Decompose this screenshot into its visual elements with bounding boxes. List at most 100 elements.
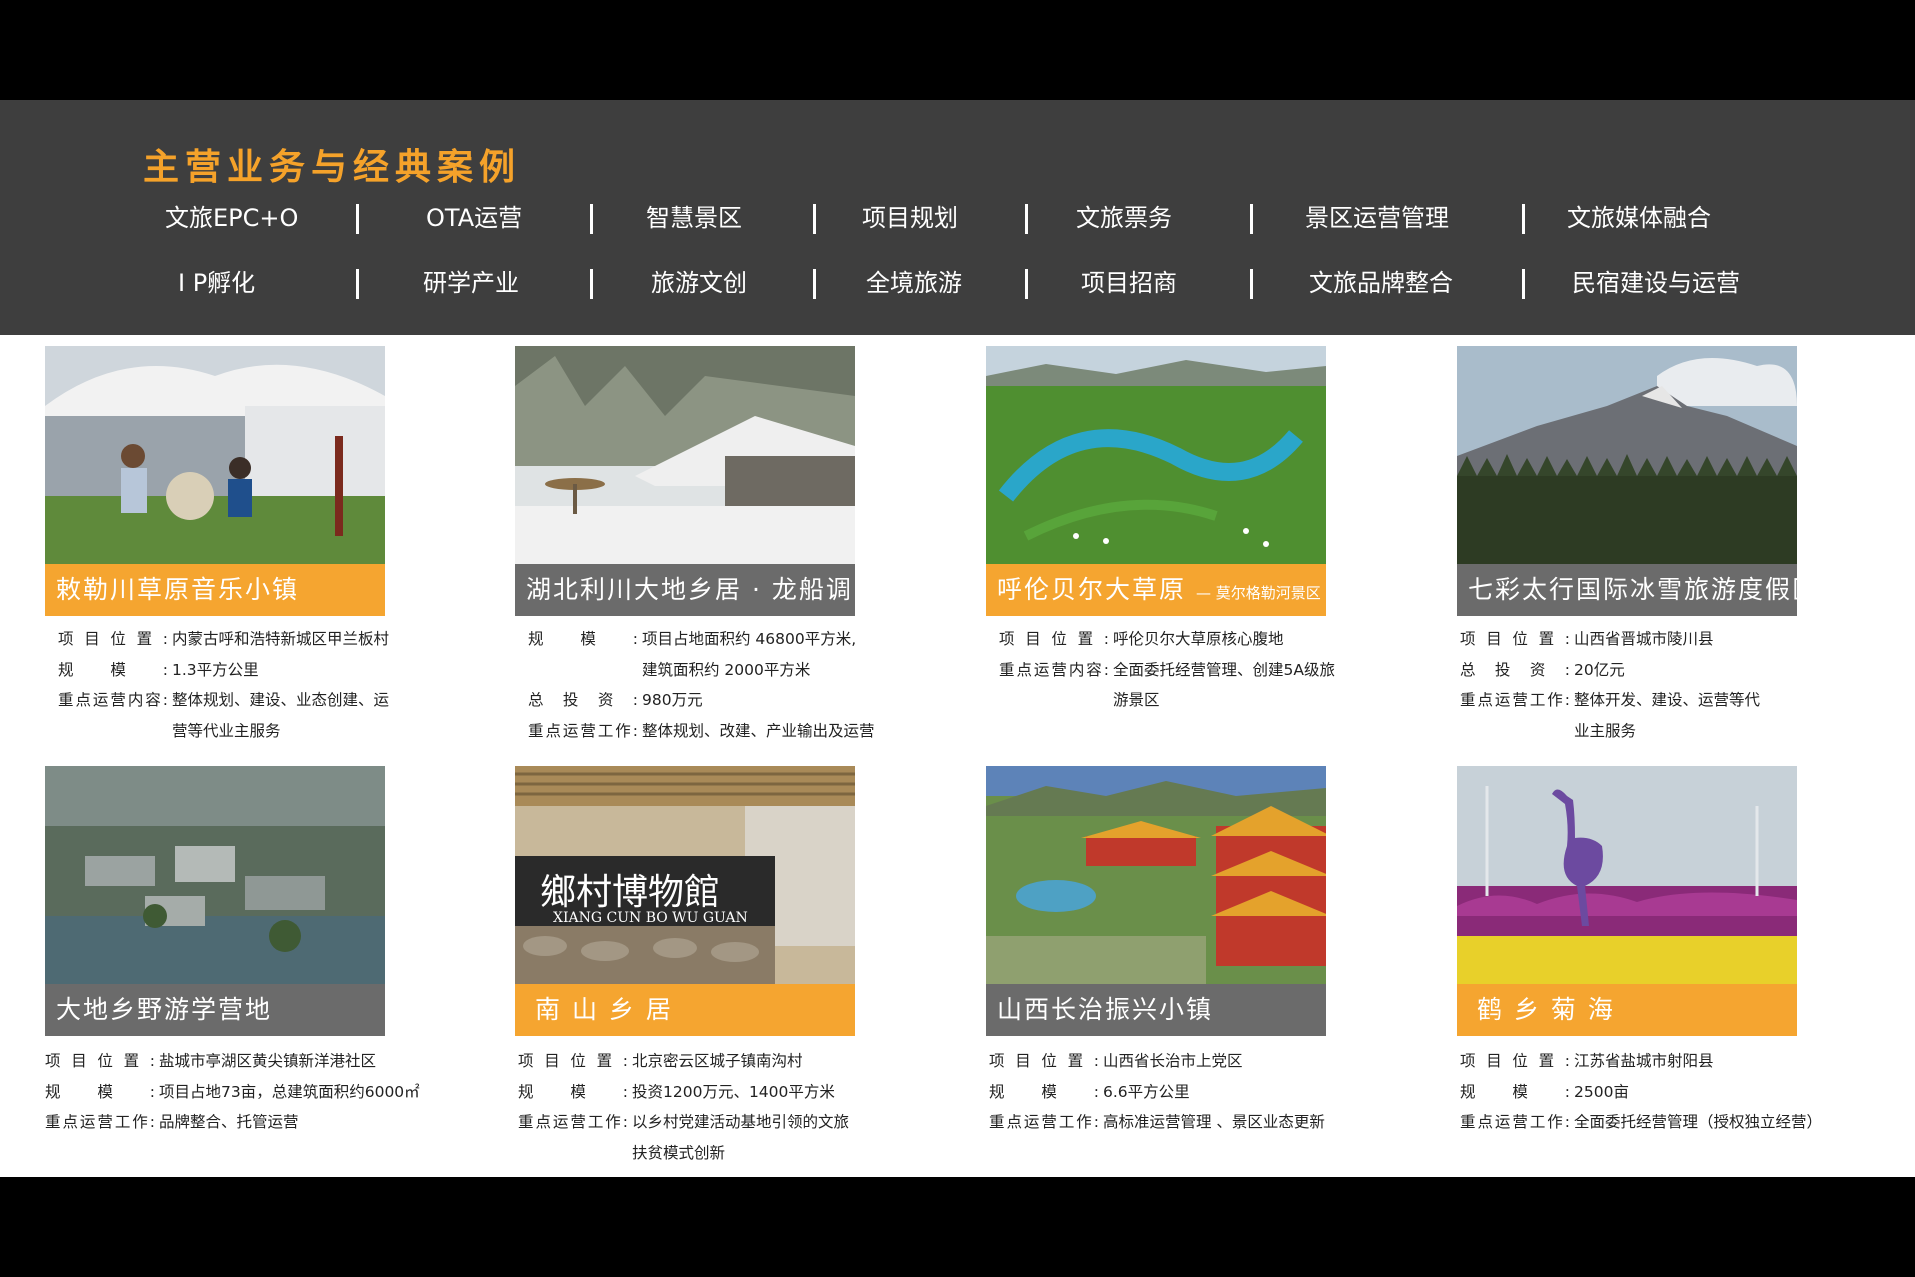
case-photo-nanshan: 鄉村博物館 XIANG CUN BO WU GUAN [515, 766, 855, 984]
info-label: 重点运营内容: [58, 691, 168, 709]
info-label: 项目位置: [58, 630, 168, 648]
info-label: 项目位置: [989, 1052, 1099, 1070]
info-value: 6.6平方公里 [1103, 1082, 1190, 1101]
case-title: 山西长治振兴小镇 [997, 995, 1214, 1024]
info-continuation: 营等代业主服务 [172, 721, 281, 740]
info-value: 整体规划、改建、产业输出及运营 [642, 721, 875, 740]
case-photo-image [45, 766, 385, 984]
info-value: 整体规划、建设、业态创建、运 [172, 691, 390, 709]
service-item: 全境旅游 [866, 269, 962, 297]
info-row: 重点运营工作: 整体开发、建设、运营等代 [1460, 685, 1880, 716]
info-value: 980万元 [642, 691, 703, 709]
info-label: 重点运营工作: [989, 1113, 1099, 1131]
service-item: 文旅EPC+O [165, 204, 299, 232]
info-row: 重点运营工作: 品牌整合、托管运营 [45, 1107, 465, 1138]
info-value: 山西省长治市上党区 [1103, 1052, 1243, 1070]
separator [1025, 269, 1028, 299]
info-value: 项目占地73亩，总建筑面积约6000㎡ [159, 1082, 420, 1101]
info-continuation: 游景区 [1113, 691, 1160, 709]
info-row: 规模: 项目占地73亩，总建筑面积约6000㎡ [45, 1077, 465, 1108]
case-title: 大地乡野游学营地 [56, 995, 273, 1024]
bottom-letterbox [0, 1177, 1915, 1277]
info-value: 1.3平方公里 [172, 660, 259, 679]
info-value: 20亿元 [1574, 660, 1625, 679]
case-photo-image [1457, 346, 1797, 564]
case-info: 项目位置: 北京密云区城子镇南沟村 规模: 投资1200万元、1400平方米 重点运… [518, 1046, 938, 1168]
info-value: 整体开发、建设、运营等代 [1574, 691, 1761, 709]
service-item: 项目规划 [862, 204, 958, 232]
services-row-1: 文旅EPC+O OTA运营 智慧景区 项目规划 文旅票务 景区运营管理 文旅媒体… [0, 198, 1915, 238]
case-title: 七彩太行国际冰雪旅游度假区 [1468, 575, 1797, 604]
service-item: 智慧景区 [646, 204, 742, 232]
info-label: 项目位置: [45, 1052, 155, 1070]
case-title-banner: 鹤 乡 菊 海 [1457, 984, 1797, 1036]
info-label: 重点运营内容: [999, 660, 1109, 679]
info-row: 重点运营内容: 全面委托经营管理、创建5A级旅 [999, 655, 1419, 686]
service-item: 文旅品牌整合 [1309, 269, 1453, 297]
cases-grid: 敕勒川草原音乐小镇 项目位置: 内蒙古呼和浩特新城区甲兰板村 规模: 1.3平方公里… [0, 335, 1915, 1177]
case-photo-image [515, 346, 855, 564]
case-title: 南 山 乡 居 [535, 995, 673, 1024]
separator [356, 269, 359, 299]
info-label: 项目位置: [1460, 630, 1570, 648]
case-info: 项目位置: 内蒙古呼和浩特新城区甲兰板村 规模: 1.3平方公里 重点运营内容: 整体… [58, 624, 478, 746]
case-title: 敕勒川草原音乐小镇 [56, 575, 300, 604]
info-label: 总投资: [1460, 660, 1570, 679]
info-row: 规模: 6.6平方公里 [989, 1077, 1409, 1108]
service-item: 景区运营管理 [1305, 204, 1449, 232]
service-item: I P孵化 [178, 269, 256, 297]
service-item: 项目招商 [1081, 269, 1177, 297]
info-value: 以乡村党建活动基地引领的文旅 [632, 1113, 850, 1131]
info-label: 项目位置: [999, 630, 1109, 648]
info-row: 项目位置: 呼伦贝尔大草原核心腹地 [999, 624, 1419, 655]
info-label: 总投资: [528, 691, 638, 709]
case-title-banner: 呼伦贝尔大草原 — 莫尔格勒河景区 [986, 564, 1326, 616]
info-value: 江苏省盐城市射阳县 [1574, 1052, 1714, 1070]
info-value: 项目占地面积约 46800平方米, [642, 630, 857, 648]
info-row: 重点运营工作: 高标准运营管理 、景区业态更新 [989, 1107, 1409, 1138]
info-label: 重点运营工作: [1460, 1113, 1570, 1131]
info-row: 项目位置: 北京密云区城子镇南沟村 [518, 1046, 938, 1077]
separator [356, 204, 359, 234]
info-value: 全面委托经营管理（授权独立经营） [1574, 1113, 1823, 1131]
case-title-banner: 敕勒川草原音乐小镇 [45, 564, 385, 616]
info-row: 规模: 投资1200万元、1400平方米 [518, 1077, 938, 1108]
info-value: 盐城市亭湖区黄尖镇新洋港社区 [159, 1052, 377, 1070]
info-label: 规模: [58, 660, 168, 679]
case-photo-image [986, 346, 1326, 564]
service-item: 文旅票务 [1076, 204, 1172, 232]
info-row: 总投资: 980万元 [528, 685, 948, 716]
case-info: 项目位置: 山西省晋城市陵川县 总投资: 20亿元 重点运营工作: 整体开发、建设、运… [1460, 624, 1880, 746]
separator [1522, 269, 1525, 299]
info-label: 重点运营工作: [1460, 691, 1570, 709]
info-label: 重点运营工作: [528, 721, 638, 740]
case-photo-image [45, 346, 385, 564]
info-row: 项目位置: 山西省晋城市陵川县 [1460, 624, 1880, 655]
top-letterbox [0, 0, 1915, 100]
case-info: 项目位置: 山西省长治市上党区 规模: 6.6平方公里 重点运营工作: 高标准运营管理… [989, 1046, 1409, 1138]
info-continuation: 扶贫模式创新 [632, 1143, 726, 1162]
case-title-banner: 湖北利川大地乡居 · 龙船调 [515, 564, 855, 616]
case-photo-image [986, 766, 1326, 984]
info-row: 规模: 1.3平方公里 [58, 655, 478, 686]
info-row: 重点运营工作: 整体规划、改建、产业输出及运营 [528, 716, 948, 747]
info-label: 规模: [45, 1082, 155, 1101]
svg-text:鄉村博物館: 鄉村博物館 [540, 872, 720, 913]
case-photo-image [1457, 766, 1797, 984]
info-value: 内蒙古呼和浩特新城区甲兰板村 [172, 630, 390, 648]
services-row-2: I P孵化 研学产业 旅游文创 全境旅游 项目招商 文旅品牌整合 民宿建设与运营 [0, 263, 1915, 303]
info-label: 重点运营工作: [518, 1113, 628, 1131]
case-photo-lichuan [515, 346, 855, 564]
info-label: 项目位置: [518, 1052, 628, 1070]
info-row: 重点运营内容: 整体规划、建设、业态创建、运 [58, 685, 478, 716]
separator [1025, 204, 1028, 234]
service-item: 文旅媒体融合 [1567, 204, 1711, 232]
case-photo-taihang [1457, 346, 1797, 564]
info-row: 规模: 2500亩 [1460, 1077, 1880, 1108]
info-value: 呼伦贝尔大草原核心腹地 [1113, 630, 1284, 648]
case-title-banner: 七彩太行国际冰雪旅游度假区 [1457, 564, 1797, 616]
info-row: 规模: 项目占地面积约 46800平方米, [528, 624, 948, 655]
case-photo-hulunbuir [986, 346, 1326, 564]
case-subtitle: — 莫尔格勒河景区 [1195, 584, 1321, 602]
separator [1522, 204, 1525, 234]
